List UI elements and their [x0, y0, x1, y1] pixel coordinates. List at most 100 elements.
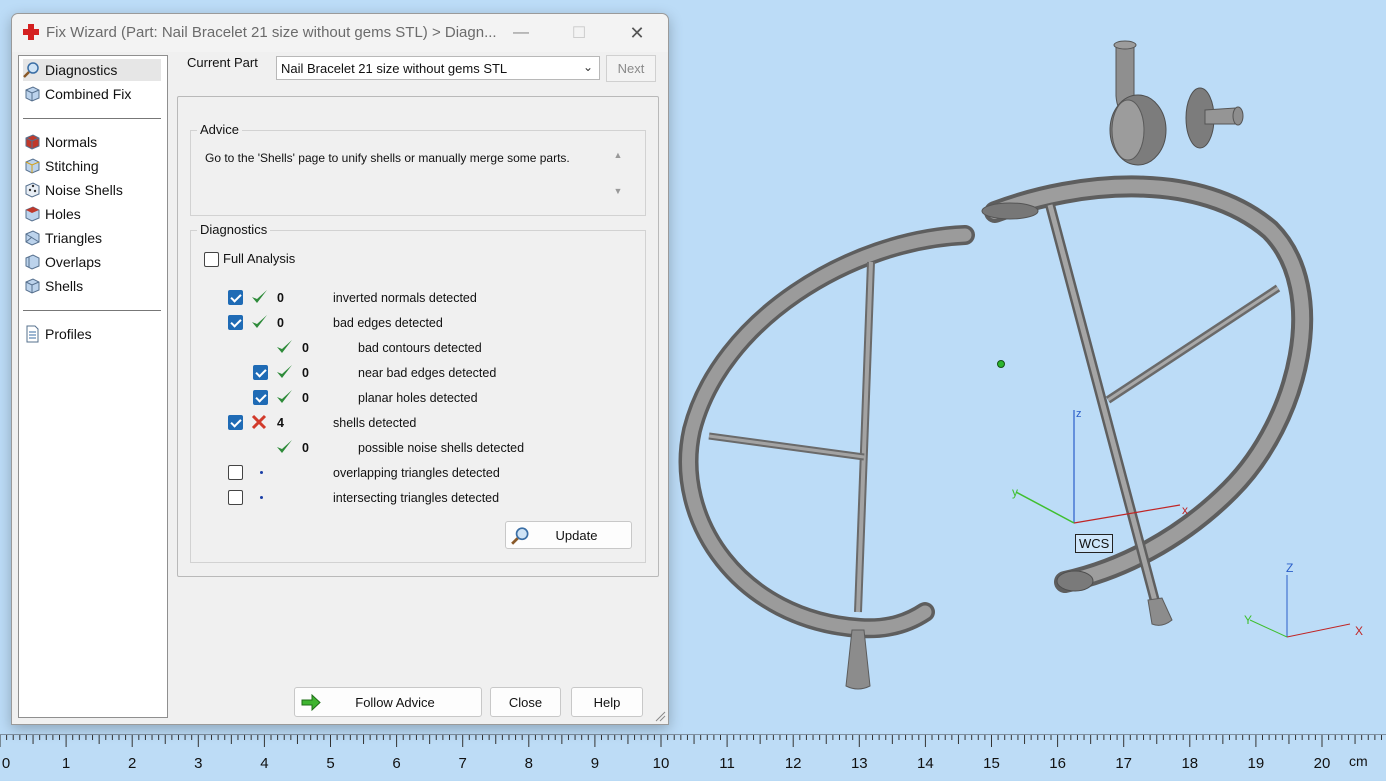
wcs-z-label: z [1076, 408, 1082, 420]
green-arrow-icon [301, 694, 321, 711]
check-icon [252, 290, 267, 303]
diagnostic-checkbox[interactable] [228, 315, 243, 330]
nav-item-stitching[interactable]: Stitching [23, 155, 161, 177]
diagnostic-label: overlapping triangles detected [333, 466, 500, 480]
nav-label: Triangles [45, 230, 103, 246]
diagnostic-checkbox[interactable] [253, 365, 268, 380]
nav-label: Holes [45, 206, 81, 222]
nav-label: Diagnostics [45, 62, 118, 78]
minimize-button[interactable]: — [500, 20, 542, 46]
advice-group: Advice Go to the 'Shells' page to unify … [190, 122, 646, 216]
nav-item-profiles[interactable]: Profiles [23, 323, 161, 345]
pending-dot-icon [260, 471, 263, 474]
mini-x-label: X [1355, 624, 1364, 638]
diagnostic-label: intersecting triangles detected [333, 491, 500, 505]
triangles-cube-icon [25, 230, 40, 246]
wizard-nav: Diagnostics Combined Fix Normals Stitchi… [18, 55, 168, 718]
ruler-label: 7 [458, 755, 467, 772]
check-icon [277, 365, 292, 378]
ruler-label: 8 [524, 755, 533, 772]
help-button[interactable]: Help [571, 687, 643, 717]
ruler-label: 6 [392, 755, 401, 772]
wcs-label: WCS [1075, 534, 1114, 553]
diagnostic-label: bad edges detected [333, 316, 443, 330]
nav-divider [23, 118, 161, 119]
resize-grip-icon[interactable] [654, 710, 666, 722]
mini-y-label: Y [1244, 613, 1253, 627]
nav-item-noise-shells[interactable]: Noise Shells [23, 179, 161, 201]
current-part-label: Current Part [187, 55, 258, 70]
update-button[interactable]: Update [505, 521, 632, 549]
ruler-label: 19 [1247, 755, 1265, 772]
diagnostic-checkbox[interactable] [253, 390, 268, 405]
diagnostic-count: 0 [277, 291, 284, 305]
diagnostic-checkbox[interactable] [228, 290, 243, 305]
check-icon [277, 440, 292, 453]
diagnostic-count: 4 [277, 416, 284, 430]
error-x-icon [251, 414, 267, 430]
follow-advice-label: Follow Advice [355, 694, 435, 710]
diagnostic-checkbox[interactable] [228, 465, 243, 480]
diagnostic-count: 0 [302, 441, 309, 455]
follow-advice-button[interactable]: Follow Advice [294, 687, 482, 717]
nav-item-holes[interactable]: Holes [23, 203, 161, 225]
ruler-label: 15 [983, 755, 1000, 772]
ruler-ticks [0, 735, 1382, 747]
ruler-label: 0 [1, 755, 11, 772]
pending-dot-icon [260, 496, 263, 499]
title-bar[interactable]: Fix Wizard (Part: Nail Bracelet 21 size … [12, 14, 668, 52]
nav-item-diagnostics[interactable]: Diagnostics [23, 59, 161, 81]
ruler-label: 4 [260, 755, 269, 772]
mini-z-label: Z [1286, 561, 1294, 575]
advice-text-box[interactable]: Go to the 'Shells' page to unify shells … [199, 144, 622, 204]
close-window-button[interactable]: ✕ [616, 20, 658, 46]
ruler-label: 13 [850, 755, 868, 772]
diagnostic-count: 0 [277, 316, 284, 330]
current-part-select[interactable]: Nail Bracelet 21 size without gems STL ⌄ [276, 56, 600, 80]
nav-label: Stitching [45, 158, 99, 174]
normals-cube-icon [25, 134, 40, 150]
maximize-button[interactable]: ☐ [558, 20, 600, 46]
ruler: 0 1 2 3 4 5 6 7 8 9 10 11 12 13 14 15 16 17 18 19 20 cm [0, 734, 1386, 780]
nav-item-normals[interactable]: Normals [23, 131, 161, 153]
diagnostic-checkbox[interactable] [228, 490, 243, 505]
scroll-up-icon[interactable]: ▲ [612, 150, 624, 160]
advice-text: Go to the 'Shells' page to unify shells … [205, 151, 570, 165]
diagnostic-label: bad contours detected [358, 341, 482, 355]
ruler-label: 10 [652, 755, 670, 772]
ruler-label: 3 [194, 755, 203, 772]
full-analysis-checkbox[interactable] [204, 252, 219, 267]
diagnostics-title: Diagnostics [197, 222, 271, 237]
diagnostic-checkbox[interactable] [228, 415, 243, 430]
magnifier-icon [23, 62, 39, 78]
nav-item-shells[interactable]: Shells [23, 275, 161, 297]
magnifier-icon [511, 527, 529, 545]
document-icon [26, 325, 39, 343]
nav-item-triangles[interactable]: Triangles [23, 227, 161, 249]
ruler-label: 2 [128, 755, 137, 772]
nav-item-overlaps[interactable]: Overlaps [23, 251, 161, 273]
advice-title: Advice [197, 122, 243, 137]
ruler-label: 20 [1313, 755, 1331, 772]
check-icon [277, 340, 292, 353]
wcs-y-label: y [1012, 485, 1018, 499]
full-analysis-label: Full Analysis [223, 251, 296, 266]
diagnostic-count: 0 [302, 366, 309, 380]
ruler-label: 11 [719, 755, 735, 772]
scroll-down-icon[interactable]: ▼ [612, 186, 624, 196]
check-icon [252, 315, 267, 328]
next-button[interactable]: Next [606, 55, 656, 82]
nav-label: Overlaps [45, 254, 102, 270]
close-button[interactable]: Close [490, 687, 561, 717]
overlaps-cube-icon [25, 254, 40, 270]
ruler-label: 16 [1049, 755, 1066, 772]
diagnostic-label: shells detected [333, 416, 417, 430]
nav-label: Normals [45, 134, 98, 150]
nav-label: Combined Fix [45, 86, 132, 102]
diagnostic-count: 0 [302, 341, 309, 355]
diagnostic-label: possible noise shells detected [358, 441, 525, 455]
update-label: Update [555, 527, 598, 543]
diagnostic-label: planar holes detected [358, 391, 478, 405]
ruler-label: 9 [590, 755, 600, 772]
nav-item-combined-fix[interactable]: Combined Fix [23, 83, 161, 105]
